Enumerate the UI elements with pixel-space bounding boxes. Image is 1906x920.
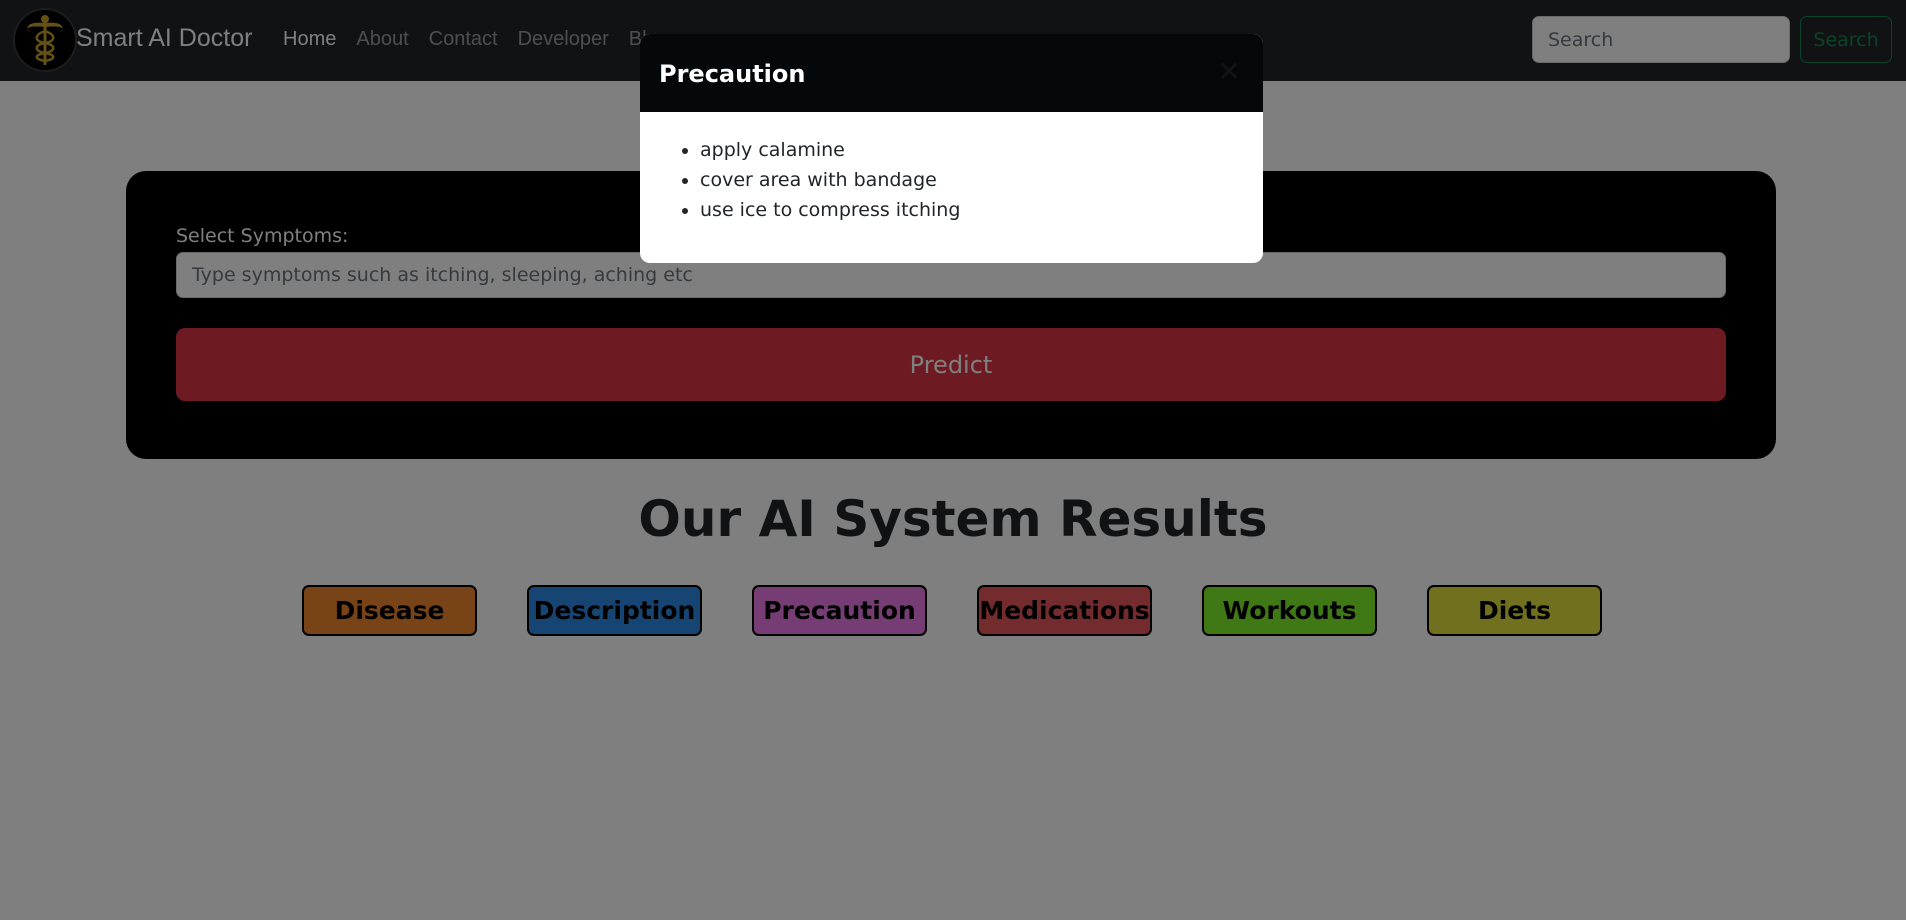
precaution-list: apply calamine cover area with bandage u… [700, 135, 960, 225]
list-item: apply calamine [700, 135, 960, 165]
precaution-modal: Precaution ✕ apply calamine cover area w… [640, 34, 1263, 263]
modal-header: Precaution ✕ [640, 34, 1263, 112]
list-item: cover area with bandage [700, 165, 960, 195]
modal-title: Precaution [659, 60, 806, 88]
close-icon[interactable]: ✕ [1215, 58, 1243, 86]
list-item: use ice to compress itching [700, 195, 960, 225]
